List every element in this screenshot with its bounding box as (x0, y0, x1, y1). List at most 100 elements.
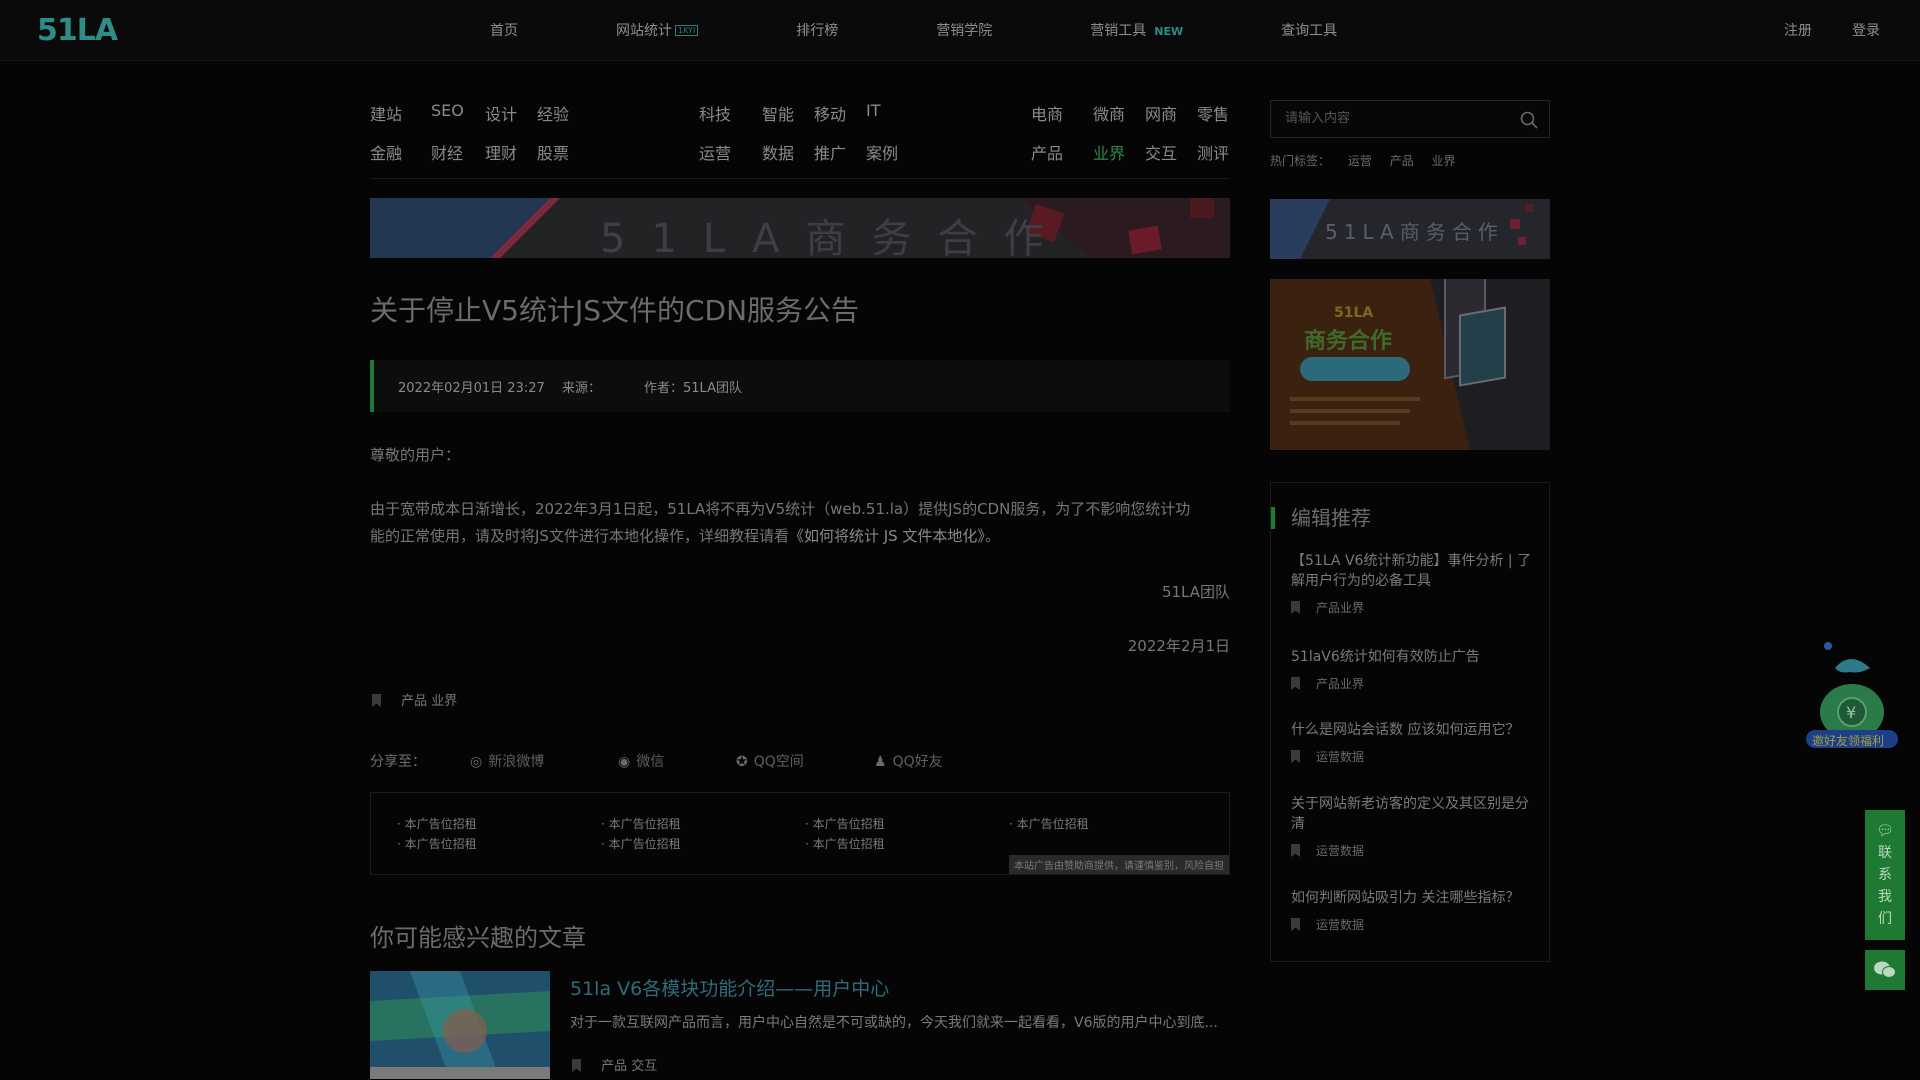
ad-link[interactable]: · 本广告位招租 (1009, 815, 1089, 832)
tag-link[interactable]: 运营 (1316, 844, 1340, 858)
category-link[interactable]: 运营 (699, 140, 731, 164)
nav-item-marketing-academy[interactable]: 营销学院 (936, 20, 992, 40)
category-link[interactable]: 测评 (1197, 140, 1229, 164)
share-qq[interactable]: ♟ QQ好友 (874, 751, 943, 771)
category-link[interactable]: 零售 (1197, 101, 1229, 125)
search-input[interactable] (1285, 111, 1505, 126)
category-link[interactable]: 建站 (370, 101, 402, 125)
tag-link[interactable]: 数据 (1340, 844, 1364, 858)
nav-item-site-stats[interactable]: 网站统计 1KYI (616, 20, 699, 40)
promo-brand: 51LA (1334, 305, 1374, 321)
tag-link[interactable]: 业界 (1340, 601, 1364, 615)
wechat-icon: ◉ (618, 754, 631, 770)
site-logo[interactable]: 51LA (37, 13, 118, 48)
tag-link[interactable]: 数据 (1340, 918, 1364, 932)
nav-item-ranking[interactable]: 排行榜 (796, 20, 838, 40)
category-link[interactable]: 科技 (699, 101, 731, 125)
category-link[interactable]: 移动 (814, 101, 846, 125)
category-link[interactable]: 交互 (1145, 140, 1177, 164)
editor-pick-title[interactable]: 51laV6统计如何有效防止广告 (1291, 647, 1536, 667)
new-badge: NEW (1154, 25, 1184, 38)
article-body-line: 由于宽带成本日渐增长，2022年3月1日起，51LA将不再为V5统计（web.5… (370, 500, 1191, 518)
business-banner[interactable]: 51LA商务合作 (370, 198, 1230, 258)
promo-title: 商务合作 (1304, 329, 1393, 354)
ad-link[interactable]: · 本广告位招租 (805, 815, 885, 832)
hot-tag[interactable]: 运营 (1348, 154, 1372, 168)
hot-tags: 热门标签： 运营 产品 业界 (1270, 152, 1456, 169)
related-thumbnail-art (370, 971, 550, 1079)
editor-pick-title[interactable]: 关于网站新老访客的定义及其区别是分清 (1291, 794, 1536, 834)
tag-link[interactable]: 产品 (1316, 677, 1340, 691)
login-link[interactable]: 登录 (1852, 20, 1880, 40)
qzone-icon: ✪ (736, 754, 748, 770)
contact-us-button[interactable]: 💬︎ 联系我们 (1865, 810, 1905, 940)
category-link[interactable]: 产品 (1031, 140, 1063, 164)
search-icon[interactable] (1519, 110, 1539, 134)
bookmark-icon (372, 694, 381, 707)
ad-link[interactable]: · 本广告位招租 (397, 835, 477, 852)
editor-pick-title[interactable]: 如何判断网站吸引力 关注哪些指标？ (1291, 888, 1536, 908)
category-divider (370, 178, 1230, 179)
bookmark-icon (1291, 918, 1300, 931)
nav-item-home[interactable]: 首页 (490, 20, 518, 40)
category-link[interactable]: 微商 (1093, 101, 1125, 125)
ad-link[interactable]: · 本广告位招租 (601, 835, 681, 852)
category-link[interactable]: 数据 (762, 140, 794, 164)
ad-link[interactable]: · 本广告位招租 (601, 815, 681, 832)
tutorial-link[interactable]: 《如何将统计 JS 文件本地化》 (789, 527, 985, 545)
tag-link[interactable]: 交互 (631, 1059, 657, 1074)
editor-picks-panel: 编辑推荐 【51LA V6统计新功能】事件分析 | 了解用户行为的必备工具 产品… (1270, 482, 1550, 962)
tag-link[interactable]: 运营 (1316, 750, 1340, 764)
share-weibo[interactable]: ◎ 新浪微博 (470, 751, 544, 771)
register-link[interactable]: 注册 (1784, 20, 1812, 40)
category-link[interactable]: 推广 (814, 140, 846, 164)
category-link[interactable]: 金融 (370, 140, 402, 164)
tag-link[interactable]: 数据 (1340, 750, 1364, 764)
category-link[interactable]: 股票 (537, 140, 569, 164)
related-thumbnail[interactable] (370, 971, 550, 1079)
tag-link[interactable]: 产品 (1316, 601, 1340, 615)
category-link[interactable]: 理财 (485, 140, 517, 164)
category-link[interactable]: 网商 (1145, 101, 1177, 125)
share-qzone[interactable]: ✪ QQ空间 (736, 751, 804, 771)
related-article-title[interactable]: 51la V6各模块功能介绍——用户中心 (570, 974, 889, 1001)
bookmark-icon (1291, 750, 1300, 763)
tag-link[interactable]: 产品 (601, 1059, 627, 1074)
ad-link[interactable]: · 本广告位招租 (397, 815, 477, 832)
category-link[interactable]: SEO (431, 101, 464, 120)
promo-banner[interactable]: 51LA 商务合作 (1270, 279, 1550, 450)
main-nav: 首页 网站统计 1KYI 排行榜 营销学院 营销工具 NEW 查询工具 (490, 20, 1337, 40)
share-wechat[interactable]: ◉ 微信 (618, 751, 664, 771)
category-link[interactable]: 设计 (485, 101, 517, 125)
tag-link[interactable]: 产品 (401, 694, 427, 709)
editor-picks-heading: 编辑推荐 (1271, 507, 1371, 529)
editor-pick-title[interactable]: 什么是网站会话数 应该如何运用它？ (1291, 720, 1536, 740)
nav-item-marketing-tools[interactable]: 营销工具 NEW (1090, 20, 1183, 40)
nav-item-query-tools[interactable]: 查询工具 (1281, 20, 1337, 40)
hot-tag[interactable]: 业界 (1432, 154, 1456, 168)
category-link[interactable]: 智能 (762, 101, 794, 125)
tag-link[interactable]: 运营 (1316, 918, 1340, 932)
article-body-line: 能的正常使用，请及时将JS文件进行本地化操作，详细教程请看《如何将统计 JS 文… (370, 527, 1000, 545)
editor-pick-item: 关于网站新老访客的定义及其区别是分清 运营数据 (1291, 794, 1536, 859)
category-link[interactable]: 电商 (1031, 101, 1063, 125)
hot-tag[interactable]: 产品 (1390, 154, 1414, 168)
article-body: 由于宽带成本日渐增长，2022年3月1日起，51LA将不再为V5统计（web.5… (370, 496, 1230, 550)
bookmark-icon (1291, 601, 1300, 614)
invite-mascot[interactable]: ¥ 邀好友领福利 (1800, 640, 1900, 750)
qq-icon: ♟ (874, 754, 887, 770)
article-author: 作者：51LA团队 (644, 381, 742, 396)
category-link[interactable]: 财经 (431, 140, 463, 164)
article-sign-date: 2022年2月1日 (1127, 637, 1230, 655)
category-link[interactable]: IT (866, 101, 881, 120)
category-link-active[interactable]: 业界 (1093, 140, 1125, 164)
wechat-button[interactable] (1865, 950, 1905, 990)
ad-link[interactable]: · 本广告位招租 (805, 835, 885, 852)
editor-pick-title[interactable]: 【51LA V6统计新功能】事件分析 | 了解用户行为的必备工具 (1291, 551, 1536, 591)
category-link[interactable]: 经验 (537, 101, 569, 125)
share-label: 分享至： (370, 754, 426, 770)
category-link[interactable]: 案例 (866, 140, 898, 164)
tag-link[interactable]: 业界 (431, 694, 457, 709)
tag-link[interactable]: 业界 (1340, 677, 1364, 691)
side-business-banner[interactable]: 51LA商务合作 (1270, 199, 1550, 259)
